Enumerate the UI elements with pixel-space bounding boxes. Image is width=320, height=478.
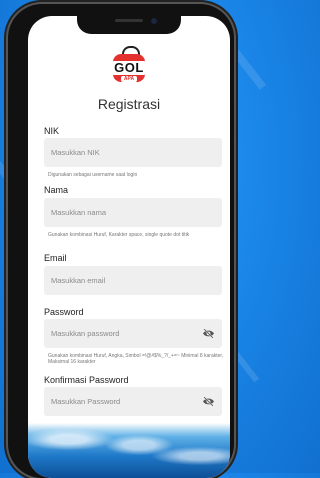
- app-logo: GOL APA: [109, 46, 149, 86]
- nama-field[interactable]: [44, 198, 222, 227]
- nik-label: NIK: [44, 126, 60, 136]
- front-camera: [151, 18, 157, 24]
- email-input[interactable]: [44, 266, 191, 295]
- nik-field[interactable]: [44, 138, 222, 167]
- app-screen: GOL APA Registrasi NIK Digunakan sebagai…: [28, 16, 230, 478]
- eye-off-icon[interactable]: [202, 328, 215, 339]
- nama-input[interactable]: [44, 198, 191, 227]
- confirm-password-input[interactable]: [44, 387, 191, 416]
- phone-notch: [77, 16, 181, 34]
- nama-label: Nama: [44, 185, 69, 195]
- ocean-wave-decoration: [28, 423, 230, 478]
- speaker-grille: [115, 19, 143, 22]
- nama-hint: Gunakan kombinasi Huruf, Karakter space,…: [48, 232, 190, 238]
- eye-off-icon[interactable]: [202, 396, 215, 407]
- password-field[interactable]: [44, 319, 222, 348]
- password-label: Password: [44, 307, 84, 317]
- nik-input[interactable]: [44, 138, 191, 167]
- phone-frame: GOL APA Registrasi NIK Digunakan sebagai…: [8, 4, 234, 478]
- logo-subtext: APA: [121, 76, 137, 82]
- logo-text: GOL: [111, 61, 147, 75]
- email-label: Email: [44, 253, 67, 263]
- confirm-password-field[interactable]: [44, 387, 222, 416]
- confirm-password-label: Konfirmasi Password: [44, 375, 129, 385]
- nik-hint: Digunakan sebagai username saat login: [48, 172, 138, 178]
- email-field[interactable]: [44, 266, 222, 295]
- password-input[interactable]: [44, 319, 191, 348]
- password-hint: Gunakan kombinasi Huruf, Angka, Simbol =…: [48, 353, 224, 365]
- page-title: Registrasi: [97, 96, 161, 112]
